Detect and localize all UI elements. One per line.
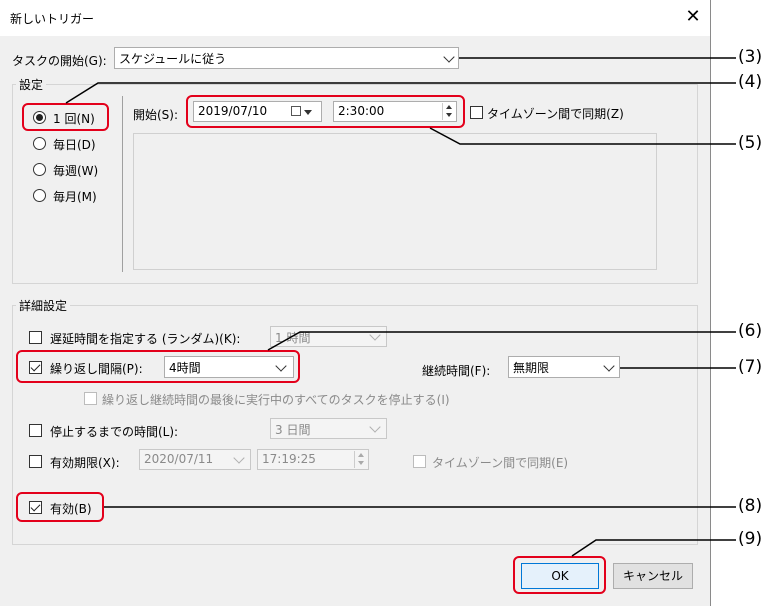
- callout-6: (6): [738, 321, 763, 341]
- callout-5: (5): [738, 133, 763, 153]
- callout-8: (8): [738, 496, 763, 516]
- callout-7: (7): [738, 357, 763, 377]
- leader-line-4: [65, 82, 736, 104]
- callout-leader-lines: [65, 57, 736, 557]
- leader-line-6: [267, 331, 736, 351]
- callout-4: (4): [738, 72, 763, 92]
- leader-line-9: [571, 539, 736, 557]
- callout-3: (3): [738, 47, 763, 67]
- callout-9: (9): [738, 529, 763, 549]
- leader-line-5: [429, 127, 736, 145]
